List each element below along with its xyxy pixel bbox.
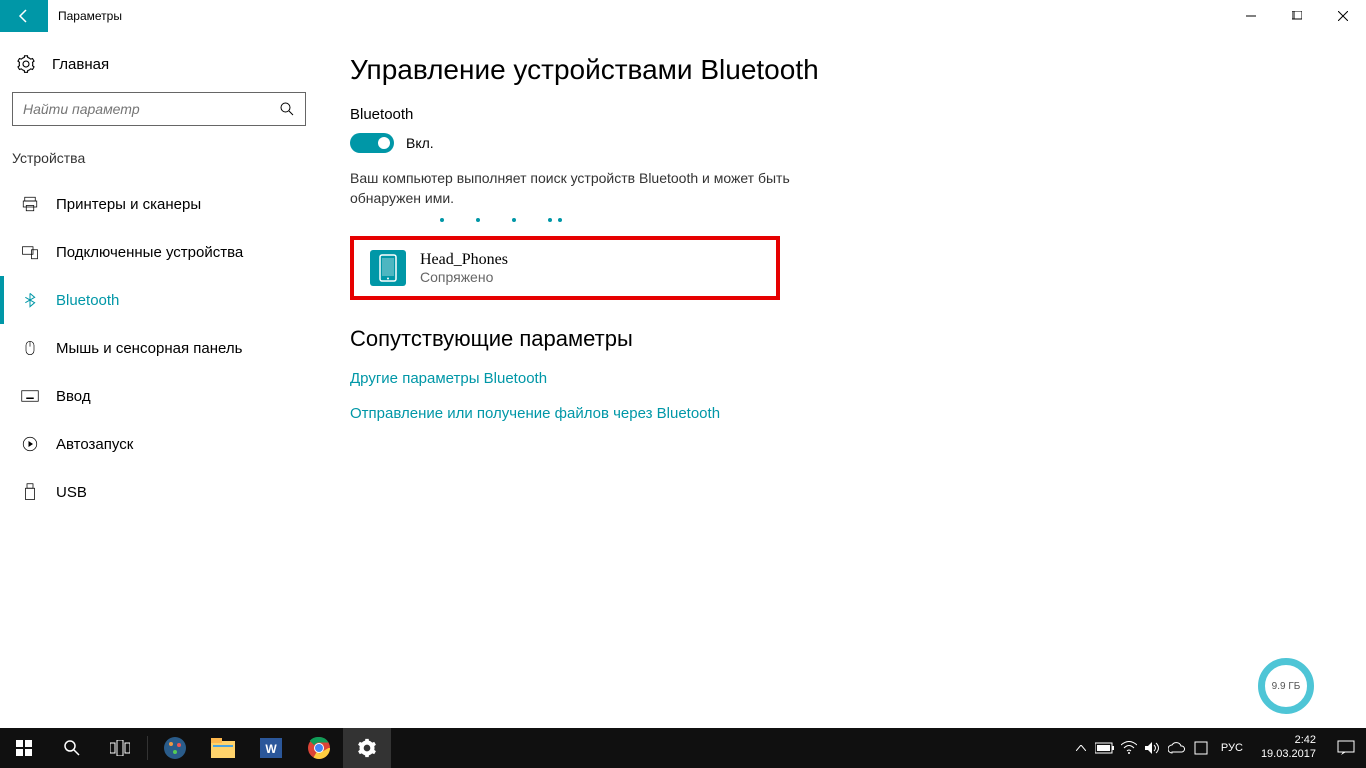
search-box[interactable] xyxy=(12,92,306,126)
taskbar-app-settings[interactable] xyxy=(343,728,391,768)
start-button[interactable] xyxy=(0,728,48,768)
sidebar-item-label: Автозапуск xyxy=(56,436,133,453)
page-heading: Управление устройствами Bluetooth xyxy=(350,54,1336,86)
taskbar: W РУС 2:42 19.03.2017 xyxy=(0,728,1366,768)
system-tray: РУС 2:42 19.03.2017 xyxy=(1069,728,1366,768)
taskbar-app-explorer[interactable] xyxy=(199,728,247,768)
status-text: Ваш компьютер выполняет поиск устройств … xyxy=(350,169,800,208)
gear-icon xyxy=(16,54,36,74)
home-label: Главная xyxy=(52,56,109,73)
tray-onedrive-icon[interactable] xyxy=(1165,728,1189,768)
sidebar-item-typing[interactable]: Ввод xyxy=(0,372,320,420)
printer-icon xyxy=(20,194,40,214)
sidebar-item-autoplay[interactable]: Автозапуск xyxy=(0,420,320,468)
toggle-state-label: Вкл. xyxy=(406,135,434,151)
taskbar-app-paint[interactable] xyxy=(151,728,199,768)
keyboard-icon xyxy=(20,386,40,406)
device-item-headphones[interactable]: Head_Phones Сопряжено xyxy=(350,236,780,300)
device-name: Head_Phones xyxy=(420,251,508,269)
tray-volume-icon[interactable] xyxy=(1141,728,1165,768)
sidebar-item-label: Ввод xyxy=(56,388,91,405)
tray-chevron-up-icon[interactable] xyxy=(1069,728,1093,768)
usb-icon xyxy=(20,482,40,502)
svg-text:W: W xyxy=(265,742,277,756)
tray-battery-icon[interactable] xyxy=(1093,728,1117,768)
bluetooth-section-label: Bluetooth xyxy=(350,106,1336,123)
home-button[interactable]: Главная xyxy=(0,46,320,82)
toggle-knob xyxy=(378,137,390,149)
taskbar-search-button[interactable] xyxy=(48,728,96,768)
sidebar-item-label: Подключенные устройства xyxy=(56,244,243,261)
storage-indicator-label: 9.9 ГБ xyxy=(1272,681,1301,692)
bluetooth-icon xyxy=(20,290,40,310)
phone-device-icon xyxy=(370,250,406,286)
titlebar-label: Параметры xyxy=(48,9,122,23)
tray-app-icon[interactable] xyxy=(1189,728,1213,768)
sidebar-item-mouse[interactable]: Мышь и сенсорная панель xyxy=(0,324,320,372)
group-label: Устройства xyxy=(0,144,320,180)
close-button[interactable] xyxy=(1320,0,1366,32)
sidebar-item-bluetooth[interactable]: Bluetooth xyxy=(0,276,320,324)
clock-time: 2:42 xyxy=(1261,734,1316,748)
taskbar-app-word[interactable]: W xyxy=(247,728,295,768)
sidebar-item-label: USB xyxy=(56,484,87,501)
search-input[interactable] xyxy=(23,101,279,117)
maximize-button[interactable] xyxy=(1274,0,1320,32)
sidebar-item-label: Принтеры и сканеры xyxy=(56,196,201,213)
sidebar: Главная Устройства Принтеры и сканеры xyxy=(0,32,320,728)
clock[interactable]: 2:42 19.03.2017 xyxy=(1251,734,1326,762)
sidebar-item-usb[interactable]: USB xyxy=(0,468,320,516)
sidebar-item-printers[interactable]: Принтеры и сканеры xyxy=(0,180,320,228)
related-heading: Сопутствующие параметры xyxy=(350,326,1336,352)
autoplay-icon xyxy=(20,434,40,454)
storage-indicator[interactable]: 9.9 ГБ xyxy=(1258,658,1314,714)
searching-indicator xyxy=(350,218,1336,222)
mouse-icon xyxy=(20,338,40,358)
window-controls xyxy=(1228,0,1366,32)
main-content: Управление устройствами Bluetooth Blueto… xyxy=(320,32,1366,728)
titlebar: Параметры xyxy=(0,0,1366,32)
link-send-receive-files[interactable]: Отправление или получение файлов через B… xyxy=(350,405,1336,422)
link-more-bluetooth-options[interactable]: Другие параметры Bluetooth xyxy=(350,370,1336,387)
sidebar-item-connected-devices[interactable]: Подключенные устройства xyxy=(0,228,320,276)
taskbar-app-chrome[interactable] xyxy=(295,728,343,768)
minimize-button[interactable] xyxy=(1228,0,1274,32)
back-button[interactable] xyxy=(0,0,48,32)
devices-icon xyxy=(20,242,40,262)
task-view-button[interactable] xyxy=(96,728,144,768)
clock-date: 19.03.2017 xyxy=(1261,748,1316,762)
device-status: Сопряжено xyxy=(420,269,508,285)
bluetooth-toggle[interactable] xyxy=(350,133,394,153)
search-icon xyxy=(279,101,295,117)
sidebar-item-label: Bluetooth xyxy=(56,292,119,309)
tray-wifi-icon[interactable] xyxy=(1117,728,1141,768)
action-center-button[interactable] xyxy=(1326,728,1366,768)
language-indicator[interactable]: РУС xyxy=(1213,742,1251,754)
sidebar-item-label: Мышь и сенсорная панель xyxy=(56,340,242,357)
